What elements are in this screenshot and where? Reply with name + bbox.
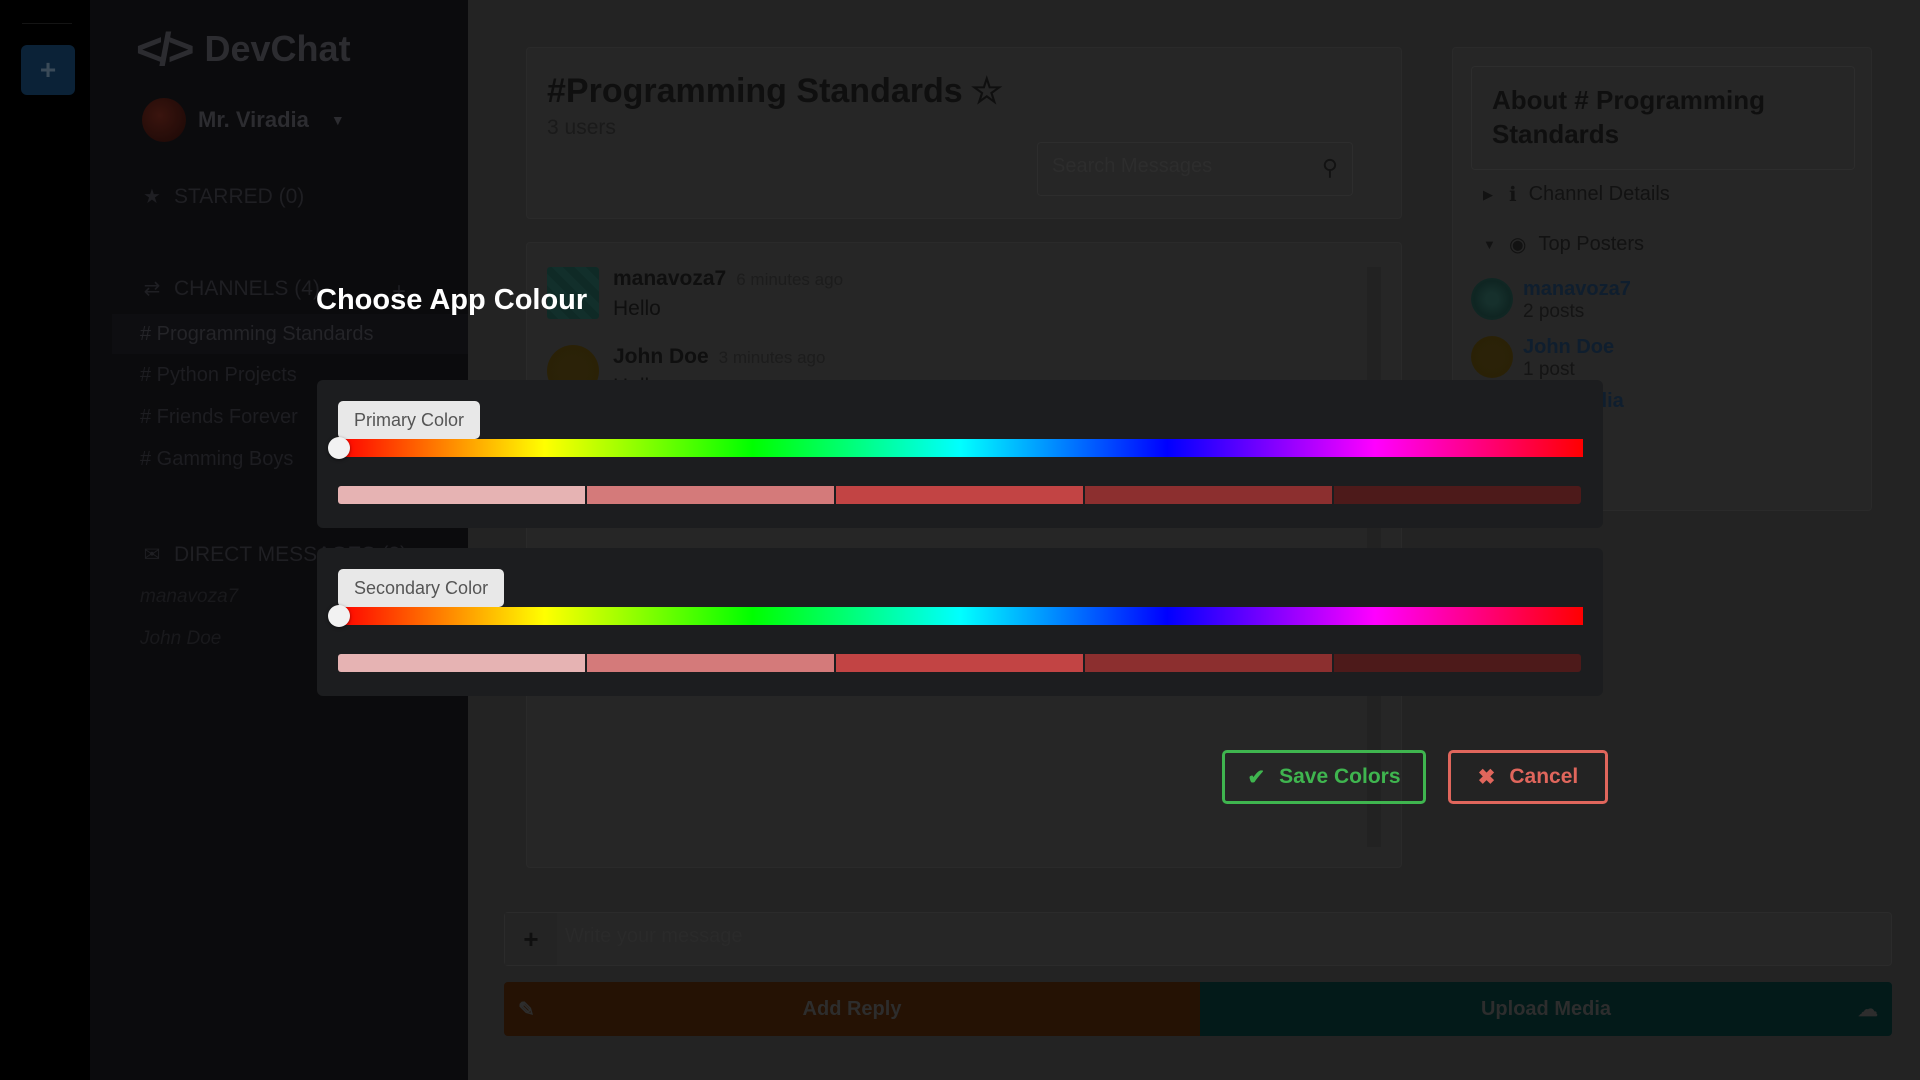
upload-media-button[interactable]: Upload Media ☁ bbox=[1200, 982, 1892, 1036]
caret-down-icon: ▼ bbox=[1483, 237, 1496, 252]
primary-swatch[interactable] bbox=[338, 486, 585, 504]
secondary-swatch[interactable] bbox=[587, 654, 834, 672]
close-icon: ✖ bbox=[1477, 765, 1496, 789]
channel-details-label: Channel Details bbox=[1528, 183, 1670, 205]
secondary-hue-slider[interactable] bbox=[338, 607, 1583, 625]
envelope-icon: ✉ bbox=[143, 544, 161, 566]
workspace-rail: + bbox=[0, 0, 90, 1080]
primary-hue-handle[interactable] bbox=[328, 437, 350, 459]
caret-right-icon: ▶ bbox=[1483, 186, 1493, 202]
add-reply-label: Add Reply bbox=[802, 997, 902, 1020]
top-posters-accordion[interactable]: ▼ ◉ Top Posters bbox=[1483, 232, 1644, 257]
save-colors-label: Save Colors bbox=[1279, 765, 1401, 788]
sidebar-item-gamming-boys[interactable]: # Gamming Boys bbox=[140, 448, 293, 471]
message-author: manavoza7 bbox=[613, 267, 727, 290]
exchange-icon: ⇄ bbox=[143, 278, 161, 300]
plus-icon: + bbox=[39, 54, 57, 85]
starred-section[interactable]: ★ STARRED (0) bbox=[140, 184, 304, 209]
cancel-label: Cancel bbox=[1509, 765, 1579, 788]
top-posters-label: Top Posters bbox=[1538, 233, 1645, 255]
user-circle-icon: ◉ bbox=[1509, 234, 1527, 256]
sidebar-item-programming-standards[interactable]: # Programming Standards bbox=[112, 314, 468, 354]
search-box: ⚲ bbox=[1037, 142, 1353, 196]
primary-color-picker: Primary Color bbox=[317, 380, 1603, 528]
cloud-upload-icon: ☁ bbox=[1858, 998, 1878, 1021]
message-input[interactable] bbox=[565, 925, 1865, 948]
code-icon: </> bbox=[136, 23, 194, 75]
dm-item-john-doe[interactable]: John Doe bbox=[140, 628, 221, 650]
message-time: 6 minutes ago bbox=[736, 270, 844, 289]
add-workspace-button[interactable]: + bbox=[21, 45, 75, 95]
search-icon[interactable]: ⚲ bbox=[1322, 155, 1338, 181]
plus-icon[interactable]: + bbox=[505, 913, 557, 965]
primary-swatch[interactable] bbox=[836, 486, 1083, 504]
dm-item-manavoza7[interactable]: manavoza7 bbox=[140, 586, 238, 608]
secondary-color-label: Secondary Color bbox=[338, 569, 505, 607]
secondary-swatches bbox=[338, 654, 1581, 672]
search-input[interactable] bbox=[1052, 155, 1302, 178]
channels-section: ⇄ CHANNELS (4) bbox=[140, 276, 320, 301]
star-outline-icon[interactable]: ☆ bbox=[971, 70, 1003, 112]
cancel-button[interactable]: ✖ Cancel bbox=[1448, 750, 1608, 804]
user-avatar bbox=[142, 98, 186, 142]
channels-label: CHANNELS (4) bbox=[174, 276, 320, 300]
primary-swatch[interactable] bbox=[587, 486, 834, 504]
channel-header: #Programming Standards ☆ 3 users ⚲ bbox=[526, 47, 1402, 219]
brand-name: DevChat bbox=[204, 28, 351, 69]
sidebar-item-python-projects[interactable]: # Python Projects bbox=[140, 364, 297, 387]
save-colors-button[interactable]: ✔ Save Colors bbox=[1222, 750, 1426, 804]
add-reply-button[interactable]: ✎ Add Reply bbox=[504, 982, 1200, 1036]
checkmark-icon: ✔ bbox=[1247, 765, 1266, 789]
primary-swatch[interactable] bbox=[1085, 486, 1332, 504]
sidebar-item-friends-forever[interactable]: # Friends Forever bbox=[140, 406, 298, 429]
brand: </> DevChat bbox=[136, 22, 351, 76]
secondary-hue-handle[interactable] bbox=[328, 605, 350, 627]
user-name: Mr. Viradia bbox=[198, 107, 309, 132]
starred-label: STARRED (0) bbox=[174, 184, 305, 208]
message-time: 3 minutes ago bbox=[718, 348, 826, 367]
main-panel: #Programming Standards ☆ 3 users ⚲ manav… bbox=[468, 0, 1920, 1080]
poster-name[interactable]: John Doe bbox=[1523, 336, 1614, 359]
user-menu[interactable]: Mr. Viradia ▼ bbox=[142, 98, 345, 142]
primary-swatches bbox=[338, 486, 1581, 504]
poster-count: 2 posts bbox=[1523, 301, 1585, 322]
primary-swatch[interactable] bbox=[1334, 486, 1581, 504]
edit-icon: ✎ bbox=[518, 998, 535, 1021]
about-title: About # Programming Standards bbox=[1471, 66, 1855, 170]
secondary-color-picker: Secondary Color bbox=[317, 548, 1603, 696]
message-text: Hello bbox=[613, 297, 661, 320]
caret-down-icon: ▼ bbox=[330, 112, 345, 128]
channel-title: #Programming Standards ☆ bbox=[547, 70, 1003, 112]
poster-item: John Doe 1 post bbox=[1471, 336, 1614, 381]
modal-title: Choose App Colour bbox=[316, 284, 588, 316]
sidebar: </> DevChat Mr. Viradia ▼ ★ STARRED (0) … bbox=[90, 0, 468, 1080]
poster-count: 1 post bbox=[1523, 359, 1575, 380]
channel-details-accordion[interactable]: ▶ ℹ Channel Details bbox=[1483, 182, 1670, 207]
channel-user-count: 3 users bbox=[547, 116, 616, 139]
secondary-swatch[interactable] bbox=[1334, 654, 1581, 672]
info-icon: ℹ bbox=[1509, 184, 1517, 206]
poster-avatar bbox=[1471, 278, 1513, 320]
app: + </> DevChat Mr. Viradia ▼ ★ STARRED (0… bbox=[0, 0, 1920, 1080]
message-composer: + bbox=[504, 912, 1892, 966]
message-author: John Doe bbox=[613, 345, 709, 368]
message-item: manavoza7 6 minutes ago Hello bbox=[547, 267, 843, 321]
channel-title-text: #Programming Standards bbox=[547, 71, 963, 110]
primary-hue-slider[interactable] bbox=[338, 439, 1583, 457]
secondary-swatch[interactable] bbox=[836, 654, 1083, 672]
primary-color-label: Primary Color bbox=[338, 401, 481, 439]
secondary-swatch[interactable] bbox=[1085, 654, 1332, 672]
poster-item: manavoza7 2 posts bbox=[1471, 278, 1631, 323]
star-icon: ★ bbox=[143, 186, 161, 208]
rail-divider bbox=[22, 23, 72, 24]
poster-name[interactable]: manavoza7 bbox=[1523, 278, 1631, 301]
poster-avatar bbox=[1471, 336, 1513, 378]
secondary-swatch[interactable] bbox=[338, 654, 585, 672]
upload-media-label: Upload Media bbox=[1480, 997, 1611, 1020]
